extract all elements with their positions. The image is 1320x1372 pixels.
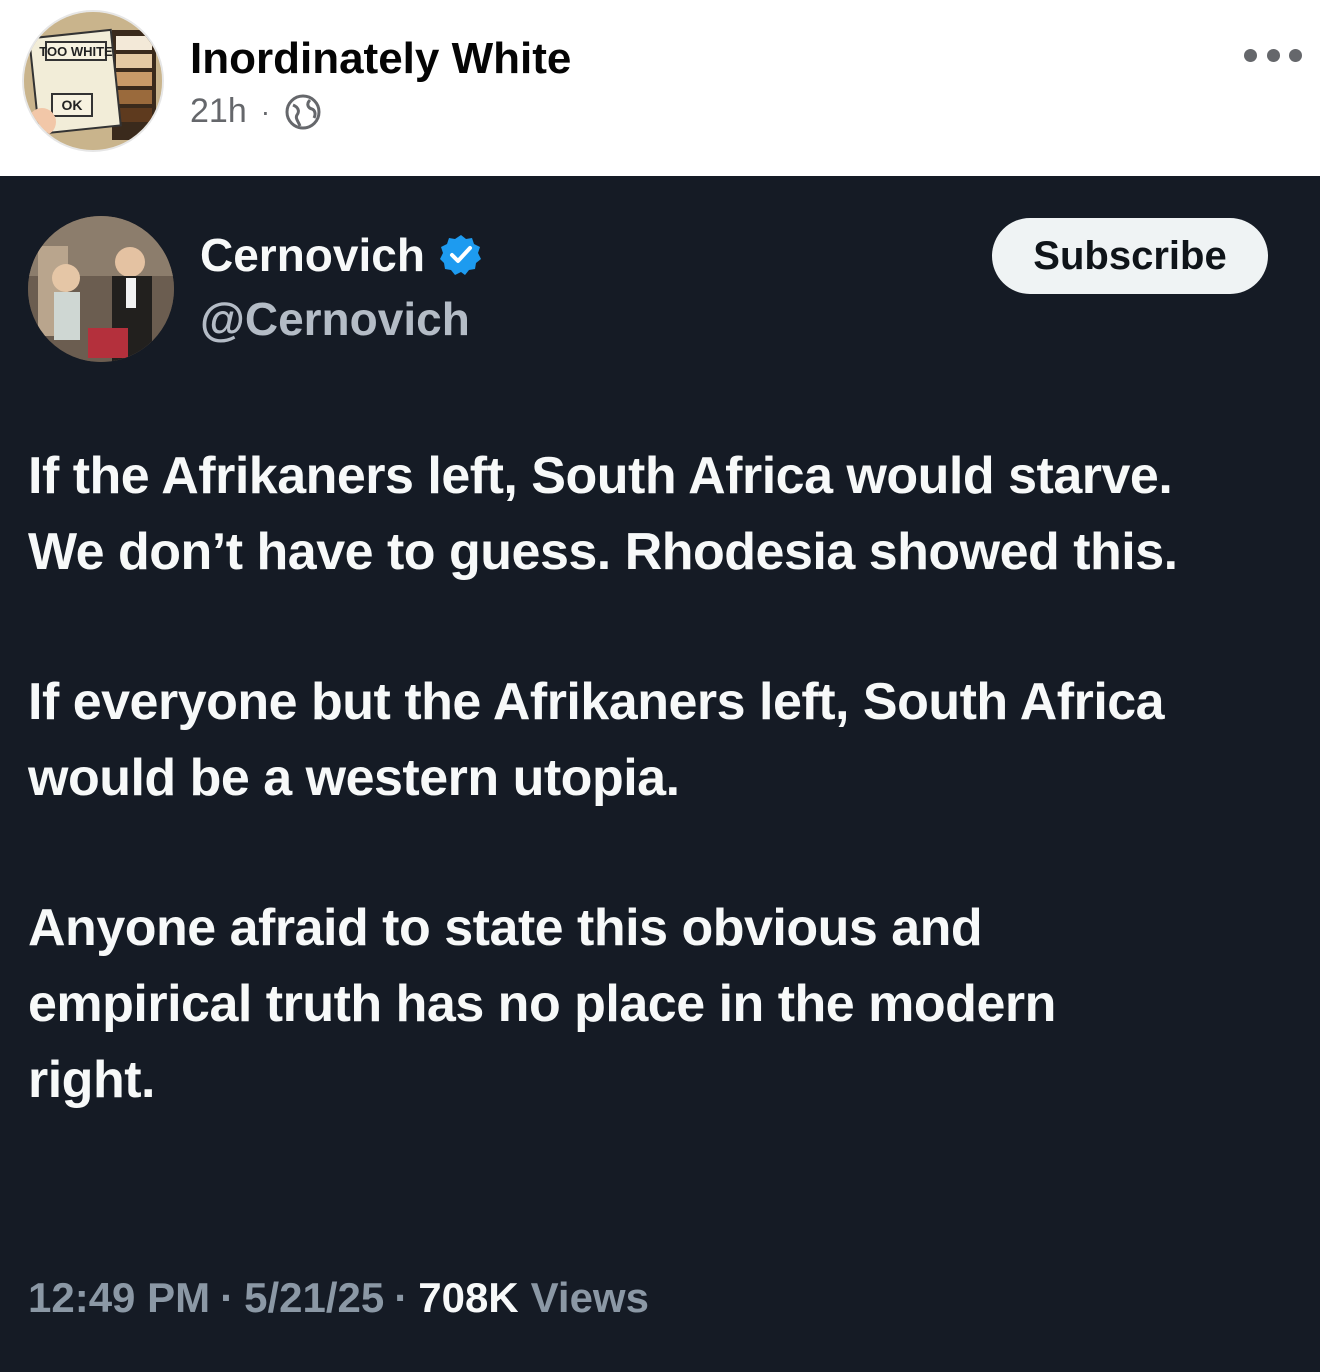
dot xyxy=(1244,48,1257,62)
post-header: TOO WHITE OK Inordinately White 21h · xyxy=(0,0,1320,176)
dot xyxy=(1289,48,1302,62)
tweet-footer: 12:49 PM · 5/21/25 · 708K Views xyxy=(28,1274,649,1322)
subscribe-button[interactable]: Subscribe xyxy=(992,218,1268,294)
footer-separator: · xyxy=(394,1274,409,1321)
page-name[interactable]: Inordinately White xyxy=(190,34,571,84)
tweet-card: Cernovich @Cernovich Subscribe If the Af… xyxy=(0,176,1320,1372)
tweet-paragraph-2: If everyone but the Afrikaners left, Sou… xyxy=(28,673,1165,807)
globe-icon[interactable] xyxy=(284,93,322,131)
tweet-text: If the Afrikaners left, South Africa wou… xyxy=(28,438,1188,1118)
tweet-author-row: Cernovich xyxy=(200,228,483,282)
views-label: Views xyxy=(530,1274,649,1321)
more-dots-icon[interactable] xyxy=(1244,40,1302,70)
meta-separator: · xyxy=(260,95,271,127)
tweet-time[interactable]: 12:49 PM xyxy=(28,1274,210,1322)
page-avatar[interactable]: TOO WHITE OK xyxy=(22,10,164,152)
views-count: 708K xyxy=(418,1274,519,1321)
post-time[interactable]: 21h xyxy=(190,92,247,131)
avatar-photo xyxy=(28,216,174,362)
tweet-author-name[interactable]: Cernovich xyxy=(200,228,425,282)
tweet-author-handle[interactable]: @Cernovich xyxy=(200,292,470,346)
avatar-text-top: TOO WHITE xyxy=(39,44,113,59)
avatar-text-bottom: OK xyxy=(62,97,83,113)
tweet-avatar[interactable] xyxy=(28,216,174,362)
tweet-paragraph-1: If the Afrikaners left, South Africa wou… xyxy=(28,447,1178,581)
footer-separator: · xyxy=(220,1274,235,1321)
avatar-image: TOO WHITE OK xyxy=(24,12,162,150)
post-meta: 21h · xyxy=(190,92,322,131)
tweet-paragraph-3: Anyone afraid to state this obvious and … xyxy=(28,899,1056,1109)
tweet-date[interactable]: 5/21/25 xyxy=(244,1274,384,1322)
verified-badge-icon xyxy=(439,235,481,275)
dot xyxy=(1266,48,1280,62)
